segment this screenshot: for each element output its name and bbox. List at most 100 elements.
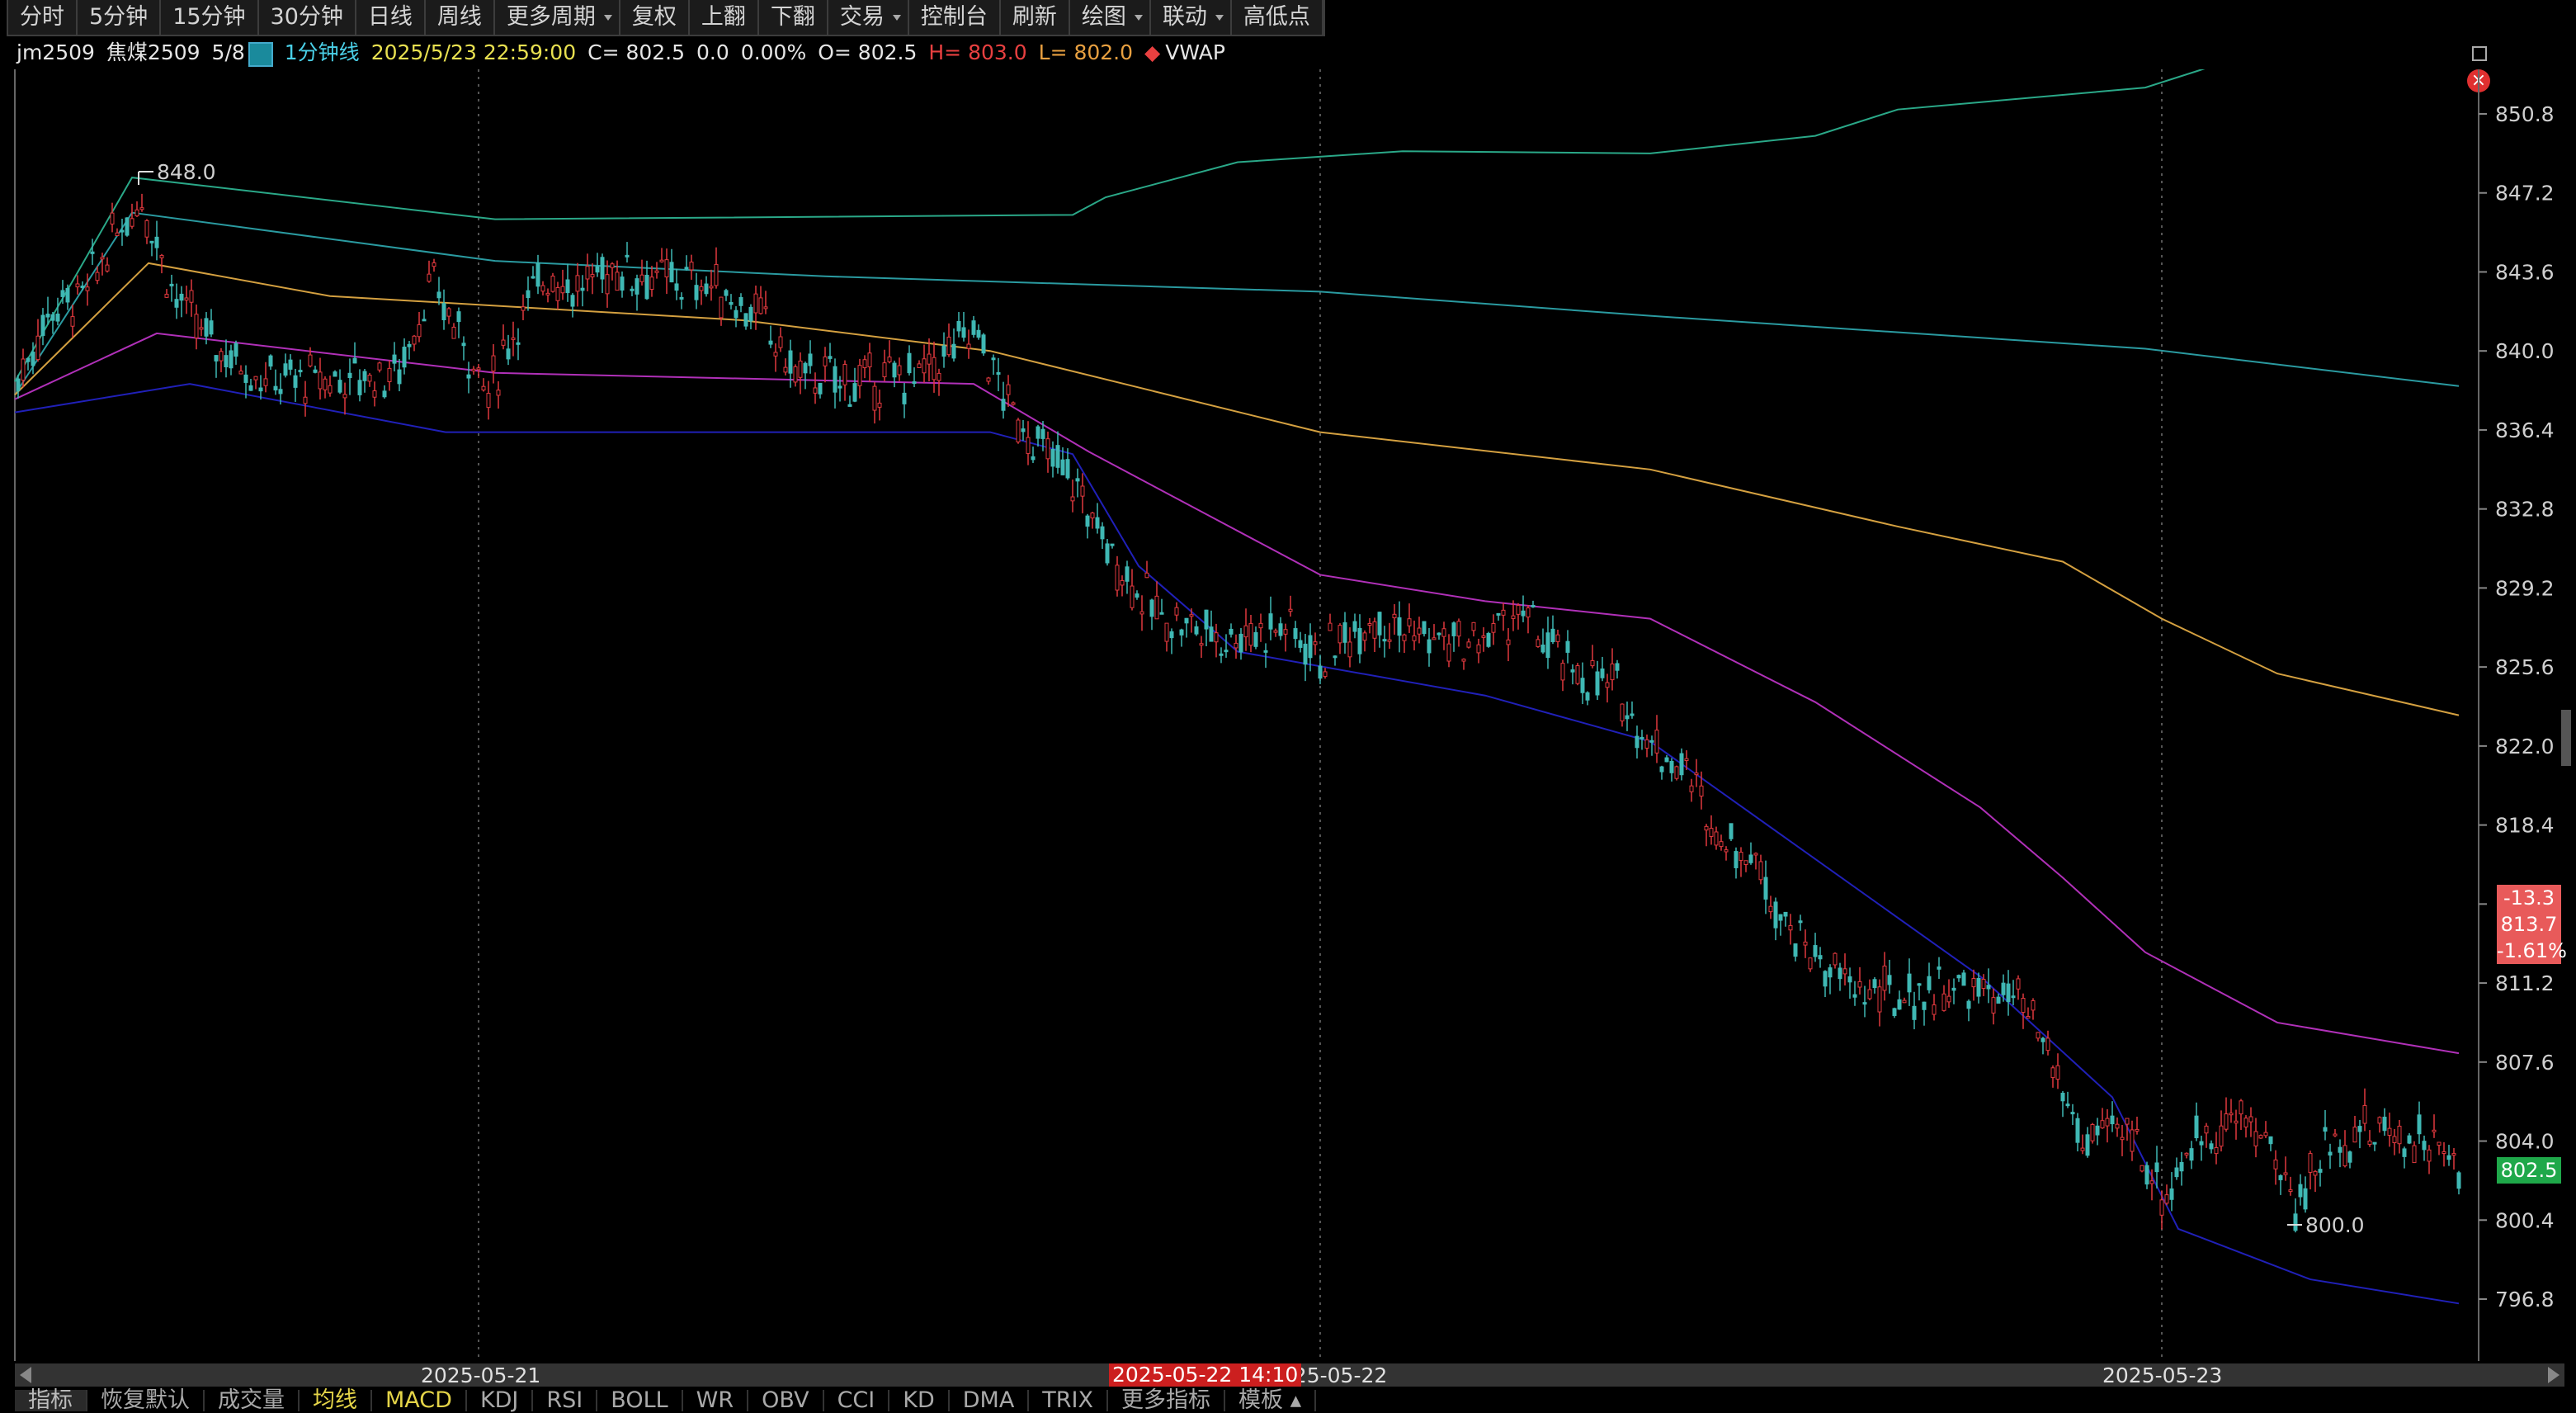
candle-body-411 [2050, 1067, 2055, 1079]
toolbar-btn-4[interactable]: 日线 [356, 0, 426, 35]
indicator-tab-13[interactable]: TRIX [1029, 1389, 1109, 1411]
y-tick-label-1: 847.2 [2495, 182, 2555, 206]
kline-svg[interactable]: 850.8 847.2 843.6 840.0 836.4 832.8 829.2 825.6… [0, 69, 2568, 1361]
y-tick-label-8: 822.0 [2495, 735, 2555, 758]
indicator-tab-7[interactable]: BOLL [597, 1389, 683, 1411]
candle-body-76 [392, 354, 397, 364]
candle-body-107 [545, 292, 550, 295]
candle-body-264 [1323, 671, 1328, 678]
indicator-tab-8[interactable]: WR [683, 1389, 749, 1411]
toolbar-btn-1[interactable]: 5分钟 [78, 0, 162, 35]
indicator-tab-10[interactable]: CCI [824, 1389, 890, 1411]
candle-body-274 [1372, 621, 1377, 639]
indicator-tab-11[interactable]: KD [889, 1389, 950, 1411]
candle-body-481 [2397, 1125, 2402, 1145]
candle-body-332 [1659, 766, 1664, 773]
candle-body-103 [526, 290, 531, 299]
candle-body-56 [293, 375, 298, 388]
toolbar-btn-3[interactable]: 30分钟 [259, 0, 356, 35]
candle-body-436 [2174, 1167, 2179, 1178]
candle-body-192 [966, 343, 971, 349]
candle-body-14 [85, 286, 90, 291]
candle-body-462 [2303, 1188, 2308, 1210]
candle-body-190 [956, 320, 961, 332]
toolbar-btn-2[interactable]: 15分钟 [161, 0, 259, 35]
indicator-tab-1[interactable]: 恢复默认 [87, 1389, 205, 1411]
candle-body-342 [1709, 828, 1714, 837]
candle-body-139 [704, 283, 709, 295]
indicator-tab-5[interactable]: KDJ [467, 1389, 534, 1411]
y-tick-label-11: 811.2 [2495, 971, 2555, 995]
indicator-tab-3[interactable]: 均线 [300, 1389, 372, 1411]
toolbar-btn-15[interactable]: 高低点 [1232, 0, 1323, 35]
y-tick-label-4: 836.4 [2495, 418, 2555, 442]
candle-body-326 [1630, 713, 1635, 716]
indicator-name: VWAP [1165, 40, 1225, 64]
candle-body-268 [1342, 621, 1347, 643]
candle-body-40 [214, 355, 219, 362]
candle-body-125 [635, 278, 639, 295]
candle-body-454 [2263, 1132, 2268, 1137]
indicator-tab-12[interactable]: DMA [950, 1389, 1030, 1411]
candle-body-438 [2184, 1152, 2189, 1155]
indicator-tab-0[interactable]: 指标 [15, 1389, 87, 1411]
candle-body-109 [555, 286, 560, 301]
candle-body-392 [1956, 975, 1961, 979]
candle-body-416 [2075, 1118, 2080, 1143]
toolbar-btn-5[interactable]: 周线 [426, 0, 495, 35]
indicator-tab-14[interactable]: 更多指标 [1108, 1389, 1226, 1411]
maximize-icon[interactable] [2472, 46, 2487, 61]
candle-body-245 [1229, 628, 1234, 635]
candle-body-488 [2432, 1129, 2437, 1132]
candle-body-328 [1639, 736, 1644, 740]
candle-body-151 [763, 306, 768, 310]
indicator-tab-9[interactable]: OBV [748, 1389, 824, 1411]
indicator-tab-4[interactable]: MACD [372, 1389, 467, 1411]
toolbar-btn-9[interactable]: 下翻 [759, 0, 828, 35]
toolbar-btn-8[interactable]: 上翻 [690, 0, 759, 35]
candle-body-433 [2159, 1199, 2164, 1216]
candle-body-269 [1347, 641, 1352, 658]
period-label[interactable]: 1分钟线 [285, 38, 360, 68]
candle-body-156 [788, 350, 793, 374]
toolbar-btn-0[interactable]: 分时 [8, 0, 78, 35]
candle-body-310 [1550, 628, 1555, 643]
scroll-left-icon[interactable] [15, 1363, 38, 1387]
candle-body-303 [1516, 604, 1521, 615]
change-value: 0.0 [696, 40, 729, 64]
toolbar-btn-10[interactable]: 交易 [828, 0, 909, 35]
candle-body-53 [278, 389, 283, 395]
kline-chart[interactable]: 850.8 847.2 843.6 840.0 836.4 832.8 829.2 825.6… [0, 69, 2568, 1361]
candle-body-407 [2031, 1000, 2036, 1011]
candle-body-224 [1125, 566, 1130, 582]
candle-body-493 [2456, 1172, 2461, 1189]
toolbar-btn-14[interactable]: 联动 [1151, 0, 1232, 35]
candle-body-194 [976, 329, 981, 338]
toolbar-btn-6[interactable]: 更多周期 [495, 0, 620, 35]
candle-body-340 [1699, 785, 1704, 797]
candle-body-369 [1842, 968, 1847, 975]
toolbar-btn-7[interactable]: 复权 [620, 0, 690, 35]
candle-body-323 [1615, 663, 1620, 671]
candle-body-362 [1808, 957, 1813, 970]
toolbar-btn-12[interactable]: 刷新 [1001, 0, 1070, 35]
low-value: L= 802.0 [1038, 40, 1134, 64]
toolbar-btn-13[interactable]: 绘图 [1070, 0, 1151, 35]
candle-body-489 [2437, 1141, 2442, 1146]
indicator-tab-6[interactable]: RSI [533, 1389, 598, 1411]
indicator-tab-2[interactable]: 成交量 [205, 1389, 300, 1411]
grid-icon[interactable] [248, 42, 273, 67]
candle-body-293 [1466, 641, 1471, 648]
candle-body-210 [1055, 445, 1060, 468]
candle-body-417 [2080, 1147, 2085, 1151]
toolbar-btn-11[interactable]: 控制台 [909, 0, 1001, 35]
candle-body-105 [535, 262, 540, 287]
high-value: H= 803.0 [928, 40, 1027, 64]
candle-body-441 [2199, 1141, 2204, 1146]
candle-body-478 [2382, 1117, 2387, 1132]
candle-body-471 [2347, 1151, 2352, 1163]
indicator-tab-15[interactable]: 模板 ▴ [1225, 1389, 1317, 1411]
vertical-scrollbar[interactable] [2561, 710, 2571, 766]
scroll-right-icon[interactable] [2541, 1363, 2564, 1387]
candle-body-29 [159, 254, 164, 258]
